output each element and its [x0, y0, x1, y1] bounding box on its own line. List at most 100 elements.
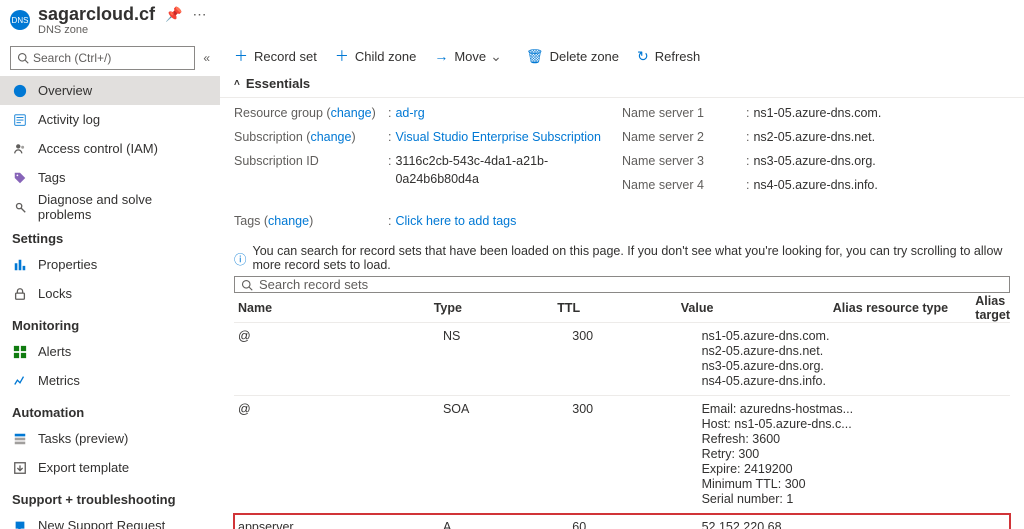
- sidebar-item-export[interactable]: Export template: [0, 453, 220, 482]
- tags-value[interactable]: Click here to add tags: [395, 212, 516, 230]
- record-search-input[interactable]: Search record sets: [234, 276, 1010, 293]
- search-icon: [241, 279, 253, 291]
- sidebar-item-properties[interactable]: Properties: [0, 250, 220, 279]
- tags-change-link[interactable]: change: [268, 214, 309, 228]
- sidebar-item-label: Properties: [38, 257, 97, 272]
- sidebar-group-label: Support + troubleshooting: [0, 482, 220, 511]
- essentials-heading: Essentials: [246, 76, 310, 91]
- ns2-value: ns2-05.azure-dns.net.: [753, 128, 875, 146]
- pin-icon[interactable]: 📌: [165, 6, 182, 23]
- record-search-placeholder: Search record sets: [259, 277, 368, 292]
- table-row[interactable]: appserverA6052.152.220.68: [234, 514, 1010, 529]
- refresh-button[interactable]: ↻Refresh: [637, 48, 700, 65]
- activity-icon: [12, 113, 28, 127]
- collapse-sidebar-icon[interactable]: «: [203, 51, 210, 65]
- col-alias-type[interactable]: Alias resource type: [833, 301, 976, 315]
- sidebar-item-activity[interactable]: Activity log: [0, 105, 220, 134]
- delete-zone-label: Delete zone: [550, 49, 619, 64]
- record-set-label: Record set: [254, 49, 317, 64]
- dns-zone-icon: DNS: [10, 10, 30, 30]
- col-type[interactable]: Type: [434, 301, 558, 315]
- support-icon: [12, 519, 28, 529]
- col-alias-target[interactable]: Alias target: [975, 294, 1010, 322]
- sidebar-group-label: Monitoring: [0, 308, 220, 337]
- plus-icon: ＋: [234, 46, 248, 66]
- chevron-up-icon: ˄: [234, 78, 240, 89]
- toolbar: ＋Record set ＋Child zone →Move⌄ 🗑Delete z…: [220, 42, 1024, 70]
- sidebar-item-overview[interactable]: Overview: [0, 76, 220, 105]
- subscription-label: Subscription (change): [234, 128, 384, 146]
- ns3-label: Name server 3: [622, 152, 742, 170]
- tasks-icon: [12, 432, 28, 446]
- row-ttl: 300: [572, 402, 701, 416]
- child-zone-button[interactable]: ＋Child zone: [335, 46, 416, 66]
- sidebar-search-input[interactable]: Search (Ctrl+/): [10, 46, 195, 70]
- diagnose-icon: [12, 200, 28, 214]
- resource-group-value[interactable]: ad-rg: [395, 104, 424, 122]
- col-value[interactable]: Value: [681, 301, 833, 315]
- move-button[interactable]: →Move⌄: [434, 48, 508, 65]
- main-content: ＋Record set ＋Child zone →Move⌄ 🗑Delete z…: [220, 42, 1024, 529]
- row-name: appserver: [234, 520, 443, 529]
- sidebar-item-label: Metrics: [38, 373, 80, 388]
- sidebar-group-label: Settings: [0, 221, 220, 250]
- sidebar-item-label: Access control (IAM): [38, 141, 158, 156]
- sidebar-item-metrics[interactable]: Metrics: [0, 366, 220, 395]
- row-type: SOA: [443, 402, 572, 416]
- sidebar-item-support[interactable]: New Support Request: [0, 511, 220, 529]
- info-icon: ⓘ: [234, 249, 247, 268]
- ns1-value: ns1-05.azure-dns.com.: [753, 104, 881, 122]
- page-title: sagarcloud.cf: [38, 4, 155, 25]
- sidebar-item-diagnose[interactable]: Diagnose and solve problems: [0, 192, 220, 221]
- trash-icon: 🗑: [526, 48, 544, 65]
- row-type: NS: [443, 329, 572, 343]
- record-set-button[interactable]: ＋ Record set: [234, 46, 317, 66]
- row-name: @: [234, 402, 443, 416]
- metrics-icon: [12, 374, 28, 388]
- row-value: Email: azuredns-hostmas...Host: ns1-05.a…: [702, 402, 861, 507]
- row-type: A: [443, 520, 572, 529]
- row-name: @: [234, 329, 443, 343]
- move-label: Move: [454, 49, 486, 64]
- table-header: Name Type TTL Value Alias resource type …: [234, 293, 1010, 323]
- col-name[interactable]: Name: [234, 301, 434, 315]
- sidebar-group-label: Automation: [0, 395, 220, 424]
- subscription-value[interactable]: Visual Studio Enterprise Subscription: [395, 128, 600, 146]
- table-row[interactable]: @NS300ns1-05.azure-dns.com.ns2-05.azure-…: [234, 323, 1010, 396]
- table-row[interactable]: @SOA300Email: azuredns-hostmas...Host: n…: [234, 396, 1010, 514]
- locks-icon: [12, 287, 28, 301]
- ns3-value: ns3-05.azure-dns.org.: [753, 152, 875, 170]
- row-value: 52.152.220.68: [702, 520, 861, 529]
- subscription-change-link[interactable]: change: [310, 130, 351, 144]
- alerts-icon: [12, 345, 28, 359]
- sidebar-item-label: Tags: [38, 170, 65, 185]
- essentials-panel: Resource group (change) : ad-rg Subscrip…: [220, 98, 1024, 240]
- sidebar-item-access[interactable]: Access control (IAM): [0, 134, 220, 163]
- sidebar-item-locks[interactable]: Locks: [0, 279, 220, 308]
- sidebar-item-tasks[interactable]: Tasks (preview): [0, 424, 220, 453]
- page-header: DNS sagarcloud.cf 📌 ⋯ DNS zone: [0, 0, 1024, 42]
- ns4-value: ns4-05.azure-dns.info.: [753, 176, 877, 194]
- sidebar-item-label: Activity log: [38, 112, 100, 127]
- records-table: Name Type TTL Value Alias resource type …: [234, 293, 1010, 529]
- info-text: You can search for record sets that have…: [253, 244, 1010, 272]
- resource-group-change-link[interactable]: change: [331, 106, 372, 120]
- child-zone-label: Child zone: [355, 49, 416, 64]
- export-icon: [12, 461, 28, 475]
- sidebar-item-alerts[interactable]: Alerts: [0, 337, 220, 366]
- tags-icon: [12, 171, 28, 185]
- col-ttl[interactable]: TTL: [557, 301, 681, 315]
- delete-zone-button[interactable]: 🗑 Delete zone: [526, 48, 619, 65]
- chevron-down-icon: ⌄: [490, 48, 502, 65]
- search-icon: [17, 52, 29, 64]
- page-subtitle: DNS zone: [38, 24, 206, 36]
- ns4-label: Name server 4: [622, 176, 742, 194]
- access-icon: [12, 142, 28, 156]
- more-icon[interactable]: ⋯: [192, 6, 206, 23]
- row-value: ns1-05.azure-dns.com.ns2-05.azure-dns.ne…: [702, 329, 861, 389]
- row-ttl: 60: [572, 520, 701, 529]
- sidebar-item-tags[interactable]: Tags: [0, 163, 220, 192]
- sidebar-item-label: Export template: [38, 460, 129, 475]
- essentials-toggle[interactable]: ˄ Essentials: [220, 70, 1024, 98]
- ns1-label: Name server 1: [622, 104, 742, 122]
